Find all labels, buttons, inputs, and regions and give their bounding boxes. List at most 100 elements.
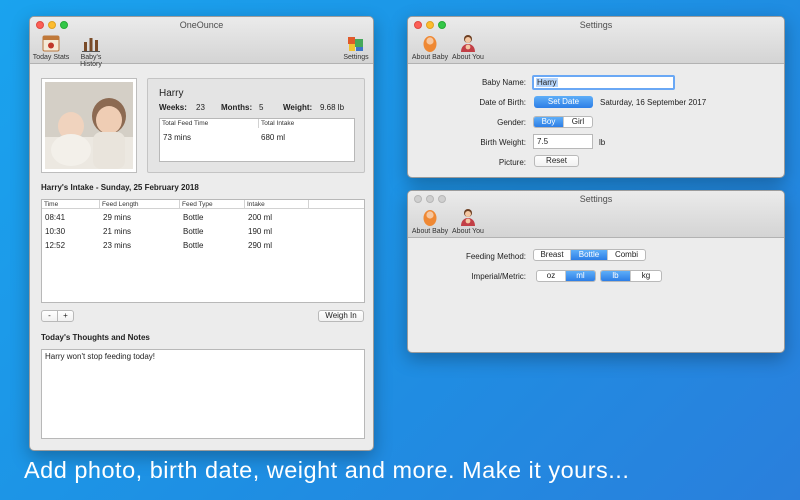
cell-feed-type: Bottle [183,227,204,236]
settings-blocks-icon [348,37,363,51]
baby-info-panel: Harry Weeks: 23 Months: 5 Weight: 9.68 l… [147,78,365,173]
weeks-label: Weeks: [159,103,187,112]
baby-name-value: Harry [536,78,558,87]
weight-label: Weight: [283,103,313,112]
notes-title: Today's Thoughts and Notes [41,333,150,342]
cell-intake: 200 ml [248,213,273,222]
baby-icon [423,210,437,226]
settings-baby-window: Settings About Baby About You Baby Name:… [407,16,785,178]
gender-segmented-control[interactable]: Boy Girl [533,116,593,128]
baby-name-field[interactable]: Harry [532,75,675,90]
volume-unit-segmented-control[interactable]: oz ml [536,270,596,282]
settings-button[interactable]: Settings [338,33,373,61]
settings-toolbar: Settings About Baby About You [408,17,784,64]
table-row[interactable]: 08:41 29 mins Bottle 200 ml [42,211,364,225]
add-entry-button[interactable]: + [57,310,74,322]
weigh-in-button[interactable]: Weigh In [318,310,364,322]
birth-weight-unit: lb [599,138,606,147]
about-baby-tab[interactable]: About Baby [410,33,450,61]
weeks-value: 23 [196,103,205,112]
cell-feed-length: 23 mins [103,241,132,250]
main-window: OneOunce Today Stats Baby's History Sett… [29,16,374,451]
babys-history-button[interactable]: Baby's History [72,33,110,68]
total-intake: 680 ml [261,133,286,142]
baby-photo [45,82,133,169]
calendar-icon [42,35,60,52]
birth-weight-value: 7.5 [537,137,549,146]
settings-label: Settings [343,54,369,61]
feeding-bottle[interactable]: Bottle [571,250,608,260]
gender-boy[interactable]: Boy [534,117,564,127]
summary-header-intake: Total Intake [261,120,295,127]
summary-header-feed-time: Total Feed Time [160,119,259,128]
remove-entry-button[interactable]: - [41,310,58,322]
weight-lb[interactable]: lb [601,271,631,281]
baby-photo-frame[interactable] [41,78,137,173]
settings-you-window: Settings About Baby About You Feeding Me… [407,190,785,353]
today-stats-button[interactable]: Today Stats [32,33,70,61]
cell-time: 08:41 [45,213,66,222]
intake-title: Harry's Intake - Sunday, 25 February 201… [41,183,199,192]
cell-time: 12:52 [45,241,66,250]
header-feed-length[interactable]: Feed Length [100,200,180,209]
babys-history-label: Baby's History [80,54,102,68]
intake-table[interactable]: Time Feed Length Feed Type Intake 08:41 … [41,199,365,303]
weight-unit-segmented-control[interactable]: lb kg [600,270,662,282]
weight-value: 9.68 lb [320,103,345,112]
today-stats-label: Today Stats [32,54,70,61]
months-label: Months: [221,103,253,112]
tagline: Add photo, birth date, weight and more. … [24,457,630,483]
parent-icon [461,209,475,226]
baby-name-label: Baby Name: [481,78,526,87]
parent-icon [461,35,475,52]
cell-feed-type: Bottle [183,213,204,222]
about-baby-tab[interactable]: About Baby [410,207,450,235]
months-value: 5 [259,103,264,112]
dob-label: Date of Birth: [479,98,526,107]
dob-value: Saturday, 16 September 2017 [600,98,707,107]
cell-feed-type: Bottle [183,241,204,250]
cell-intake: 190 ml [248,227,273,236]
intake-table-header: Time Feed Length Feed Type Intake [42,200,364,209]
birth-weight-label: Birth Weight: [480,138,526,147]
imperial-metric-label: Imperial/Metric: [471,272,526,281]
about-baby-label: About Baby [411,54,449,61]
header-intake[interactable]: Intake [245,200,309,209]
header-feed-type[interactable]: Feed Type [180,200,245,209]
feeding-method-label: Feeding Method: [465,252,526,261]
main-toolbar: OneOunce Today Stats Baby's History Sett… [30,17,373,68]
window-title: Settings [579,20,613,30]
gender-girl[interactable]: Girl [564,117,592,127]
cell-feed-length: 21 mins [103,227,132,236]
settings-toolbar: Settings About Baby About You [408,191,784,238]
window-title: OneOunce [179,20,224,30]
about-you-tab[interactable]: About You [450,33,486,61]
picture-label: Picture: [498,158,526,167]
about-you-label: About You [452,54,484,61]
notes-textarea[interactable]: Harry won't stop feeding today! [41,349,365,439]
feeding-method-segmented-control[interactable]: Breast Bottle Combi [533,249,646,261]
cell-time: 10:30 [45,227,66,236]
header-time[interactable]: Time [42,200,100,209]
weight-kg[interactable]: kg [631,271,661,281]
birth-weight-field[interactable]: 7.5 [533,134,593,149]
total-feed-time: 73 mins [163,133,192,142]
volume-ml[interactable]: ml [566,271,595,281]
table-row[interactable]: 12:52 23 mins Bottle 290 ml [42,239,364,253]
cell-feed-length: 29 mins [103,213,132,222]
volume-oz[interactable]: oz [537,271,566,281]
about-baby-label: About Baby [411,228,449,235]
history-bars-icon [82,38,100,52]
summary-table: Total Feed Time Total Intake 73 mins 680… [159,118,355,162]
cell-intake: 290 ml [248,241,273,250]
table-row[interactable]: 10:30 21 mins Bottle 190 ml [42,225,364,239]
feeding-breast[interactable]: Breast [534,250,571,260]
baby-name: Harry [159,88,184,99]
set-date-button[interactable]: Set Date [534,96,593,108]
about-you-tab[interactable]: About You [450,207,486,235]
baby-icon [423,36,437,52]
reset-picture-button[interactable]: Reset [534,155,579,167]
gender-label: Gender: [497,118,526,127]
feeding-combi[interactable]: Combi [608,250,645,260]
notes-text: Harry won't stop feeding today! [45,352,156,361]
